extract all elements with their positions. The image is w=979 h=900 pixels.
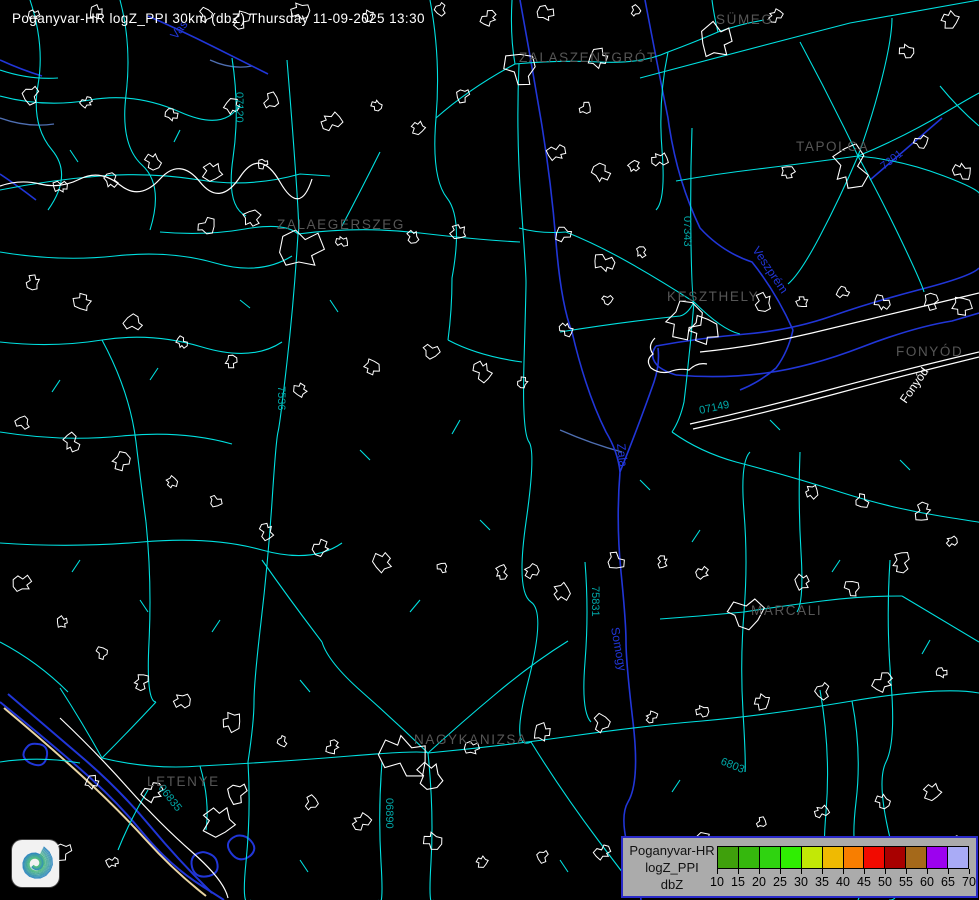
- city-label: ZALASZENTGRÓT: [519, 50, 657, 65]
- legend-color-cell: [926, 846, 948, 869]
- legend-tick-mark: [801, 869, 802, 874]
- city-label: SÜMEG: [716, 12, 774, 27]
- legend-unit: dbZ: [629, 876, 715, 893]
- radar-product-title: Poganyvar-HR logZ_PPI 30km (dbZ) Thursda…: [12, 11, 425, 26]
- legend-tick-mark: [927, 869, 928, 874]
- city-label: ZALAEGERSZEG: [277, 217, 405, 232]
- radar-map-viewport: 0712007343753675831071490683568030689073…: [0, 0, 979, 900]
- legend-tick-label: 35: [811, 875, 833, 889]
- legend-tick-mark: [948, 869, 949, 874]
- city-label: KESZTHELY: [667, 289, 759, 304]
- legend-tick-mark: [864, 869, 865, 874]
- county-water-label: Zala: [614, 443, 630, 468]
- legend-color-cell: [905, 846, 927, 869]
- spiral-icon: [12, 840, 59, 887]
- legend-color-cell: [801, 846, 823, 869]
- legend-tick-mark: [738, 869, 739, 874]
- legend-tick-label: 45: [853, 875, 875, 889]
- legend-tick-label: 60: [916, 875, 938, 889]
- legend-tick-mark: [759, 869, 760, 874]
- legend-color-cell: [738, 846, 760, 869]
- legend-tick-label: 25: [769, 875, 791, 889]
- legend-color-cell: [863, 846, 885, 869]
- legend-tick-mark: [780, 869, 781, 874]
- legend-tick-label: 10: [706, 875, 728, 889]
- city-label: MARCALI: [751, 603, 822, 618]
- legend-parameter: logZ_PPI: [629, 859, 715, 876]
- road-number-label: 07343: [681, 216, 693, 247]
- legend-tick-mark: [822, 869, 823, 874]
- legend-color-cell: [822, 846, 844, 869]
- city-label: FONYÓD: [896, 344, 963, 359]
- legend-tick-mark: [969, 869, 970, 874]
- map-background: [0, 0, 979, 900]
- city-label: NAGYKANIZSA: [414, 732, 528, 747]
- city-label: LETENYE: [147, 774, 220, 789]
- road-number-label: 07120: [233, 92, 245, 123]
- map-svg: 0712007343753675831071490683568030689073…: [0, 0, 979, 900]
- legend-colorbar: [717, 846, 969, 869]
- legend-color-cell: [884, 846, 906, 869]
- legend-tick-mark: [717, 869, 718, 874]
- legend-color-cell: [717, 846, 739, 869]
- legend-color-cell: [947, 846, 969, 869]
- legend-tick-label: 15: [727, 875, 749, 889]
- legend-color-cell: [843, 846, 865, 869]
- city-label: TAPOLCA: [796, 139, 869, 154]
- road-number-label: 06890: [383, 798, 395, 829]
- legend-tick-label: 65: [937, 875, 959, 889]
- road-number-label: 7536: [275, 386, 287, 410]
- legend-tick-label: 20: [748, 875, 770, 889]
- legend-tick-label: 50: [874, 875, 896, 889]
- legend-tick-mark: [906, 869, 907, 874]
- legend-tick-label: 40: [832, 875, 854, 889]
- legend-tick-mark: [885, 869, 886, 874]
- legend-tick-label: 55: [895, 875, 917, 889]
- legend-product-name: Poganyvar-HR: [629, 842, 715, 859]
- reflectivity-legend: Poganyvar-HR logZ_PPI dbZ 10152025303540…: [621, 836, 978, 898]
- legend-color-cell: [759, 846, 781, 869]
- legend-tick-label: 30: [790, 875, 812, 889]
- road-number-label: 75831: [589, 586, 601, 617]
- legend-title: Poganyvar-HR logZ_PPI dbZ: [629, 842, 715, 893]
- weather-service-logo: [12, 840, 59, 887]
- legend-color-cell: [780, 846, 802, 869]
- legend-tick-label: 70: [958, 875, 979, 889]
- legend-tick-mark: [843, 869, 844, 874]
